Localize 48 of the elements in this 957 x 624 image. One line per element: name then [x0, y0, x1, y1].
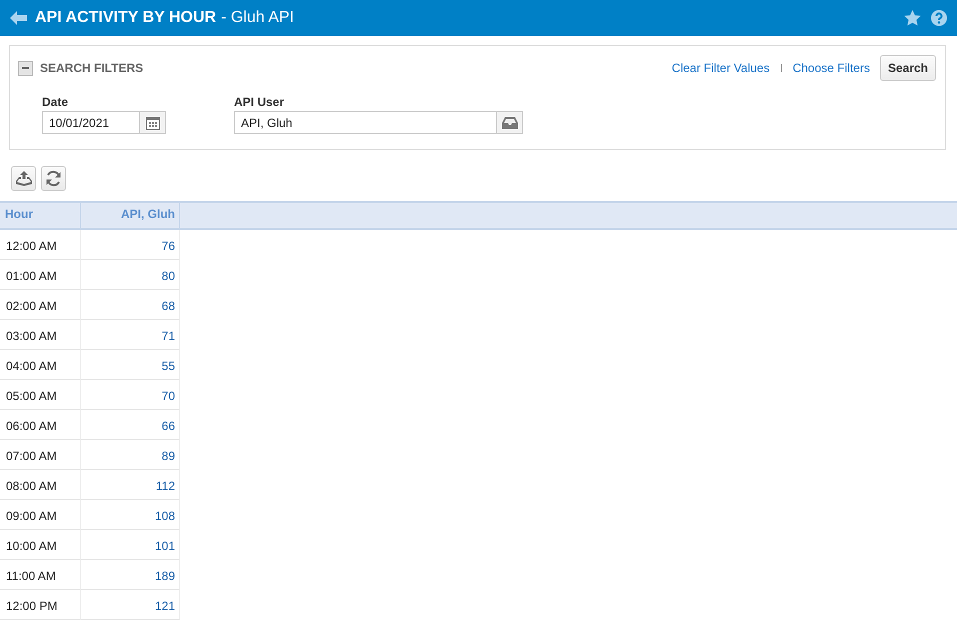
table-cell: 09:00 AM [0, 500, 81, 530]
table-cell: 89 [81, 440, 180, 470]
page-subtitle: - Gluh API [221, 9, 294, 27]
table-cell: 12:00 PM [0, 590, 81, 620]
table-cell: 112 [81, 470, 180, 500]
table-cell: 55 [81, 350, 180, 380]
table-cell: 11:00 AM [0, 560, 81, 590]
column-header[interactable]: Hour [0, 203, 81, 228]
page-title: API ACTIVITY BY HOUR [35, 9, 216, 27]
table-cell: 04:00 AM [0, 350, 81, 380]
table-cell: 121 [81, 590, 180, 620]
collapse-toggle[interactable] [18, 60, 33, 76]
date-field[interactable]: 10/01/2021 [42, 111, 166, 134]
field-label: Date [42, 95, 70, 109]
export-button[interactable] [11, 166, 36, 191]
user-field[interactable]: API, Gluh [234, 111, 523, 134]
section-title: SEARCH FILTERS [40, 61, 144, 75]
table-cell: 80 [81, 260, 180, 290]
back-icon[interactable] [10, 11, 27, 25]
field-label: API User [234, 95, 286, 109]
table-cell: 12:00 AM [0, 230, 81, 260]
refresh-icon [45, 170, 62, 187]
table-cell: 189 [81, 560, 180, 590]
table-cell: 06:00 AM [0, 410, 81, 440]
table-cell: 05:00 AM [0, 380, 81, 410]
search-button[interactable]: Search [880, 55, 936, 81]
refresh-button[interactable] [41, 166, 66, 191]
table-cell: 03:00 AM [0, 320, 81, 350]
table-cell: 02:00 AM [0, 290, 81, 320]
table-cell: 101 [81, 530, 180, 560]
table-cell: 08:00 AM [0, 470, 81, 500]
calendar-icon[interactable] [146, 116, 160, 130]
table-cell: 76 [81, 230, 180, 260]
star-icon[interactable] [904, 10, 921, 26]
filter-link[interactable]: Clear Filter Values [672, 61, 770, 75]
export-icon [16, 171, 32, 186]
tray-icon[interactable] [502, 116, 518, 128]
help-icon[interactable] [931, 10, 947, 26]
table-cell: 71 [81, 320, 180, 350]
table-cell: 66 [81, 410, 180, 440]
column-header[interactable]: API, Gluh [81, 203, 180, 228]
table-cell: 01:00 AM [0, 260, 81, 290]
filter-link[interactable]: Choose Filters [792, 61, 870, 75]
table-cell: 10:00 AM [0, 530, 81, 560]
table-cell: 70 [81, 380, 180, 410]
table-cell: 68 [81, 290, 180, 320]
table-cell: 07:00 AM [0, 440, 81, 470]
table-cell: 108 [81, 500, 180, 530]
